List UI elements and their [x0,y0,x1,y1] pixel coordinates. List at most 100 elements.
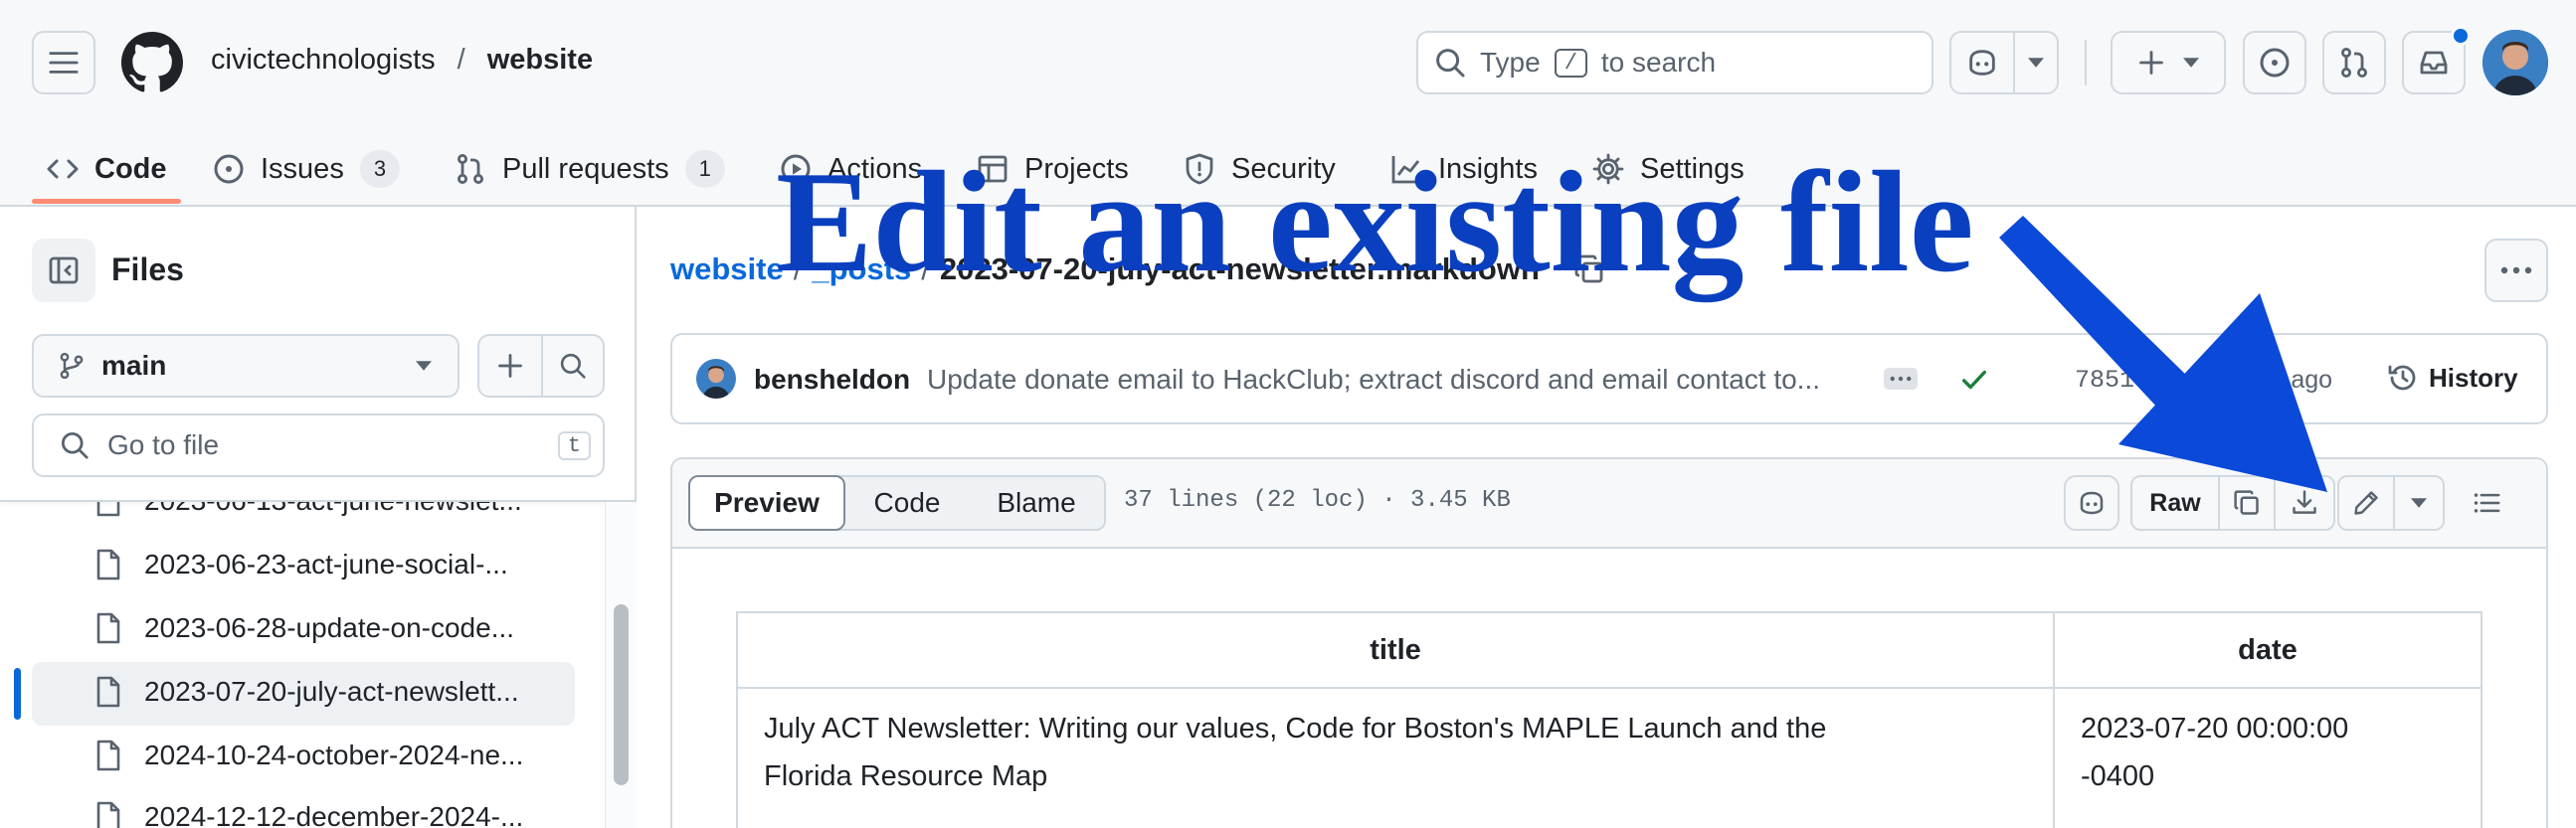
blame-tab[interactable]: Blame [969,477,1104,529]
breadcrumb-root-link[interactable]: website [670,251,784,287]
file-tree-item-selected[interactable]: 2023-07-20-july-act-newslett... [94,676,519,708]
issues-button[interactable] [2243,31,2306,94]
more-options-button[interactable] [2484,239,2548,302]
history-button[interactable]: History [2387,362,2518,394]
history-icon [2388,365,2416,391]
search-shortcut-key: / [1554,48,1587,78]
sidebar-divider-line [0,500,637,502]
plus-icon [498,354,522,378]
date-line: 2023-07-20 00:00:00 [2081,713,2349,745]
date-cell: 2023-07-20 00:00:00 -0400 [2053,687,2483,828]
expand-commit-button[interactable] [1884,368,1918,390]
column-header-title: title [736,611,2055,689]
search-icon [560,353,586,379]
edit-options-dropdown[interactable] [2395,477,2443,529]
file-tree-item-label: 2023-06-28-update-on-code... [144,612,515,643]
git-pull-request-icon [2341,48,2367,78]
files-heading: Files [111,251,184,287]
sidebar-actions [477,334,605,398]
tab-label: Pull requests [502,152,669,185]
file-tree-item-label: 2023-07-20-july-act-newslett... [144,676,519,707]
triangle-down-icon [2183,58,2199,68]
copilot-button[interactable] [1951,33,2015,92]
file-tree-item[interactable]: 2023-06-28-update-on-code... [94,612,514,644]
go-to-file-placeholder: Go to file [107,429,220,460]
selected-file-indicator [14,668,21,720]
branch-selector[interactable]: main [32,334,460,398]
copilot-menu [1949,31,2059,94]
tab-issues[interactable]: Issues 3 [213,137,401,201]
pull-requests-button[interactable] [2322,31,2386,94]
commit-message[interactable]: Update donate email to HackClub; extract… [927,364,1862,396]
edit-file-button[interactable] [2339,477,2395,529]
notification-dot [2451,26,2471,46]
tab-label: Code [94,152,167,185]
git-pull-request-icon [458,154,483,184]
date-line: -0400 [2081,760,2155,792]
menu-button[interactable] [32,31,95,94]
owner-link[interactable]: civictechnologists [211,44,436,77]
commit-author[interactable]: bensheldon [754,364,910,396]
file-tree-sidebar [0,207,637,828]
github-logo[interactable] [121,32,183,93]
file-tree-item-label: 2024-10-24-october-2024-ne... [144,740,524,770]
issue-opened-icon [214,154,244,184]
title-line: July ACT Newsletter: Writing our values,… [764,713,1827,745]
code-view-tab[interactable]: Code [845,477,969,529]
file-icon [96,676,120,708]
file-icon [96,740,120,771]
tab-label: Issues [261,152,344,185]
tab-code[interactable]: Code [47,137,167,201]
annotation-title: Edit an existing file [776,141,1974,302]
github-octocat-icon [121,32,183,92]
commit-author-avatar[interactable] [696,359,736,399]
preview-tab[interactable]: Preview [688,475,845,531]
table-header-row: title date [736,611,2483,689]
file-meta: 37 lines (22 loc) · 3.45 KB [1124,487,1511,514]
file-icon [96,801,120,828]
repo-link[interactable]: website [487,44,593,77]
file-icon [96,612,120,644]
search-placeholder-prefix: Type [1480,47,1541,78]
triangle-down-icon [416,361,432,371]
file-tree-item-label: 2024-12-12-december-2024-... [144,801,524,828]
repo-context: civictechnologists / website [211,44,593,77]
avatar-image [696,359,736,399]
plus-icon [2139,51,2163,75]
tab-pull-requests[interactable]: Pull requests 1 [455,137,725,201]
search-input[interactable]: Type / to search [1416,31,1933,94]
create-new-button[interactable] [2111,31,2226,94]
go-to-file-input[interactable]: Go to file t [32,414,605,477]
sidebar-collapse-icon [49,256,79,284]
go-to-file-shortcut: t [557,430,591,460]
pencil-icon [2354,491,2378,515]
file-tree-item[interactable]: 2024-12-12-december-2024-... [94,801,523,828]
view-mode-segmented-control: Preview Code Blame [688,475,1106,531]
active-tab-indicator [32,199,181,204]
title-line: Florida Resource Map [764,760,1048,792]
copilot-dropdown[interactable] [2015,33,2057,92]
triangle-down-icon [2411,498,2427,508]
sidebar-header-mask [0,477,607,500]
frontmatter-table: title date July ACT Newsletter: Writing … [736,611,2483,828]
copilot-icon [1969,50,1995,76]
search-icon [1436,49,1465,78]
search-files-button[interactable] [543,336,603,396]
frontmatter-table-wrapper: title date July ACT Newsletter: Writing … [736,611,2483,828]
symbols-outline-button[interactable] [2459,475,2514,531]
kebab-horizontal-icon [2500,266,2532,274]
git-branch-icon [60,352,84,380]
sidebar-scrollbar-thumb[interactable] [614,604,629,785]
file-tree-item-label: 2023-06-23-act-june-social-... [144,549,508,580]
ellipsis-icon [1890,376,1912,382]
collapse-sidebar-button[interactable] [32,239,95,302]
file-tree-item[interactable]: 2024-10-24-october-2024-ne... [94,740,523,771]
inbox-icon [2420,51,2448,75]
pull-requests-counter: 1 [684,150,725,188]
file-tree-item[interactable]: 2023-06-23-act-june-social-... [94,549,508,580]
user-avatar[interactable] [2483,30,2548,95]
add-file-button[interactable] [479,336,543,396]
avatar-image [2483,30,2548,95]
issues-counter: 3 [359,150,401,188]
hamburger-icon [49,52,79,74]
